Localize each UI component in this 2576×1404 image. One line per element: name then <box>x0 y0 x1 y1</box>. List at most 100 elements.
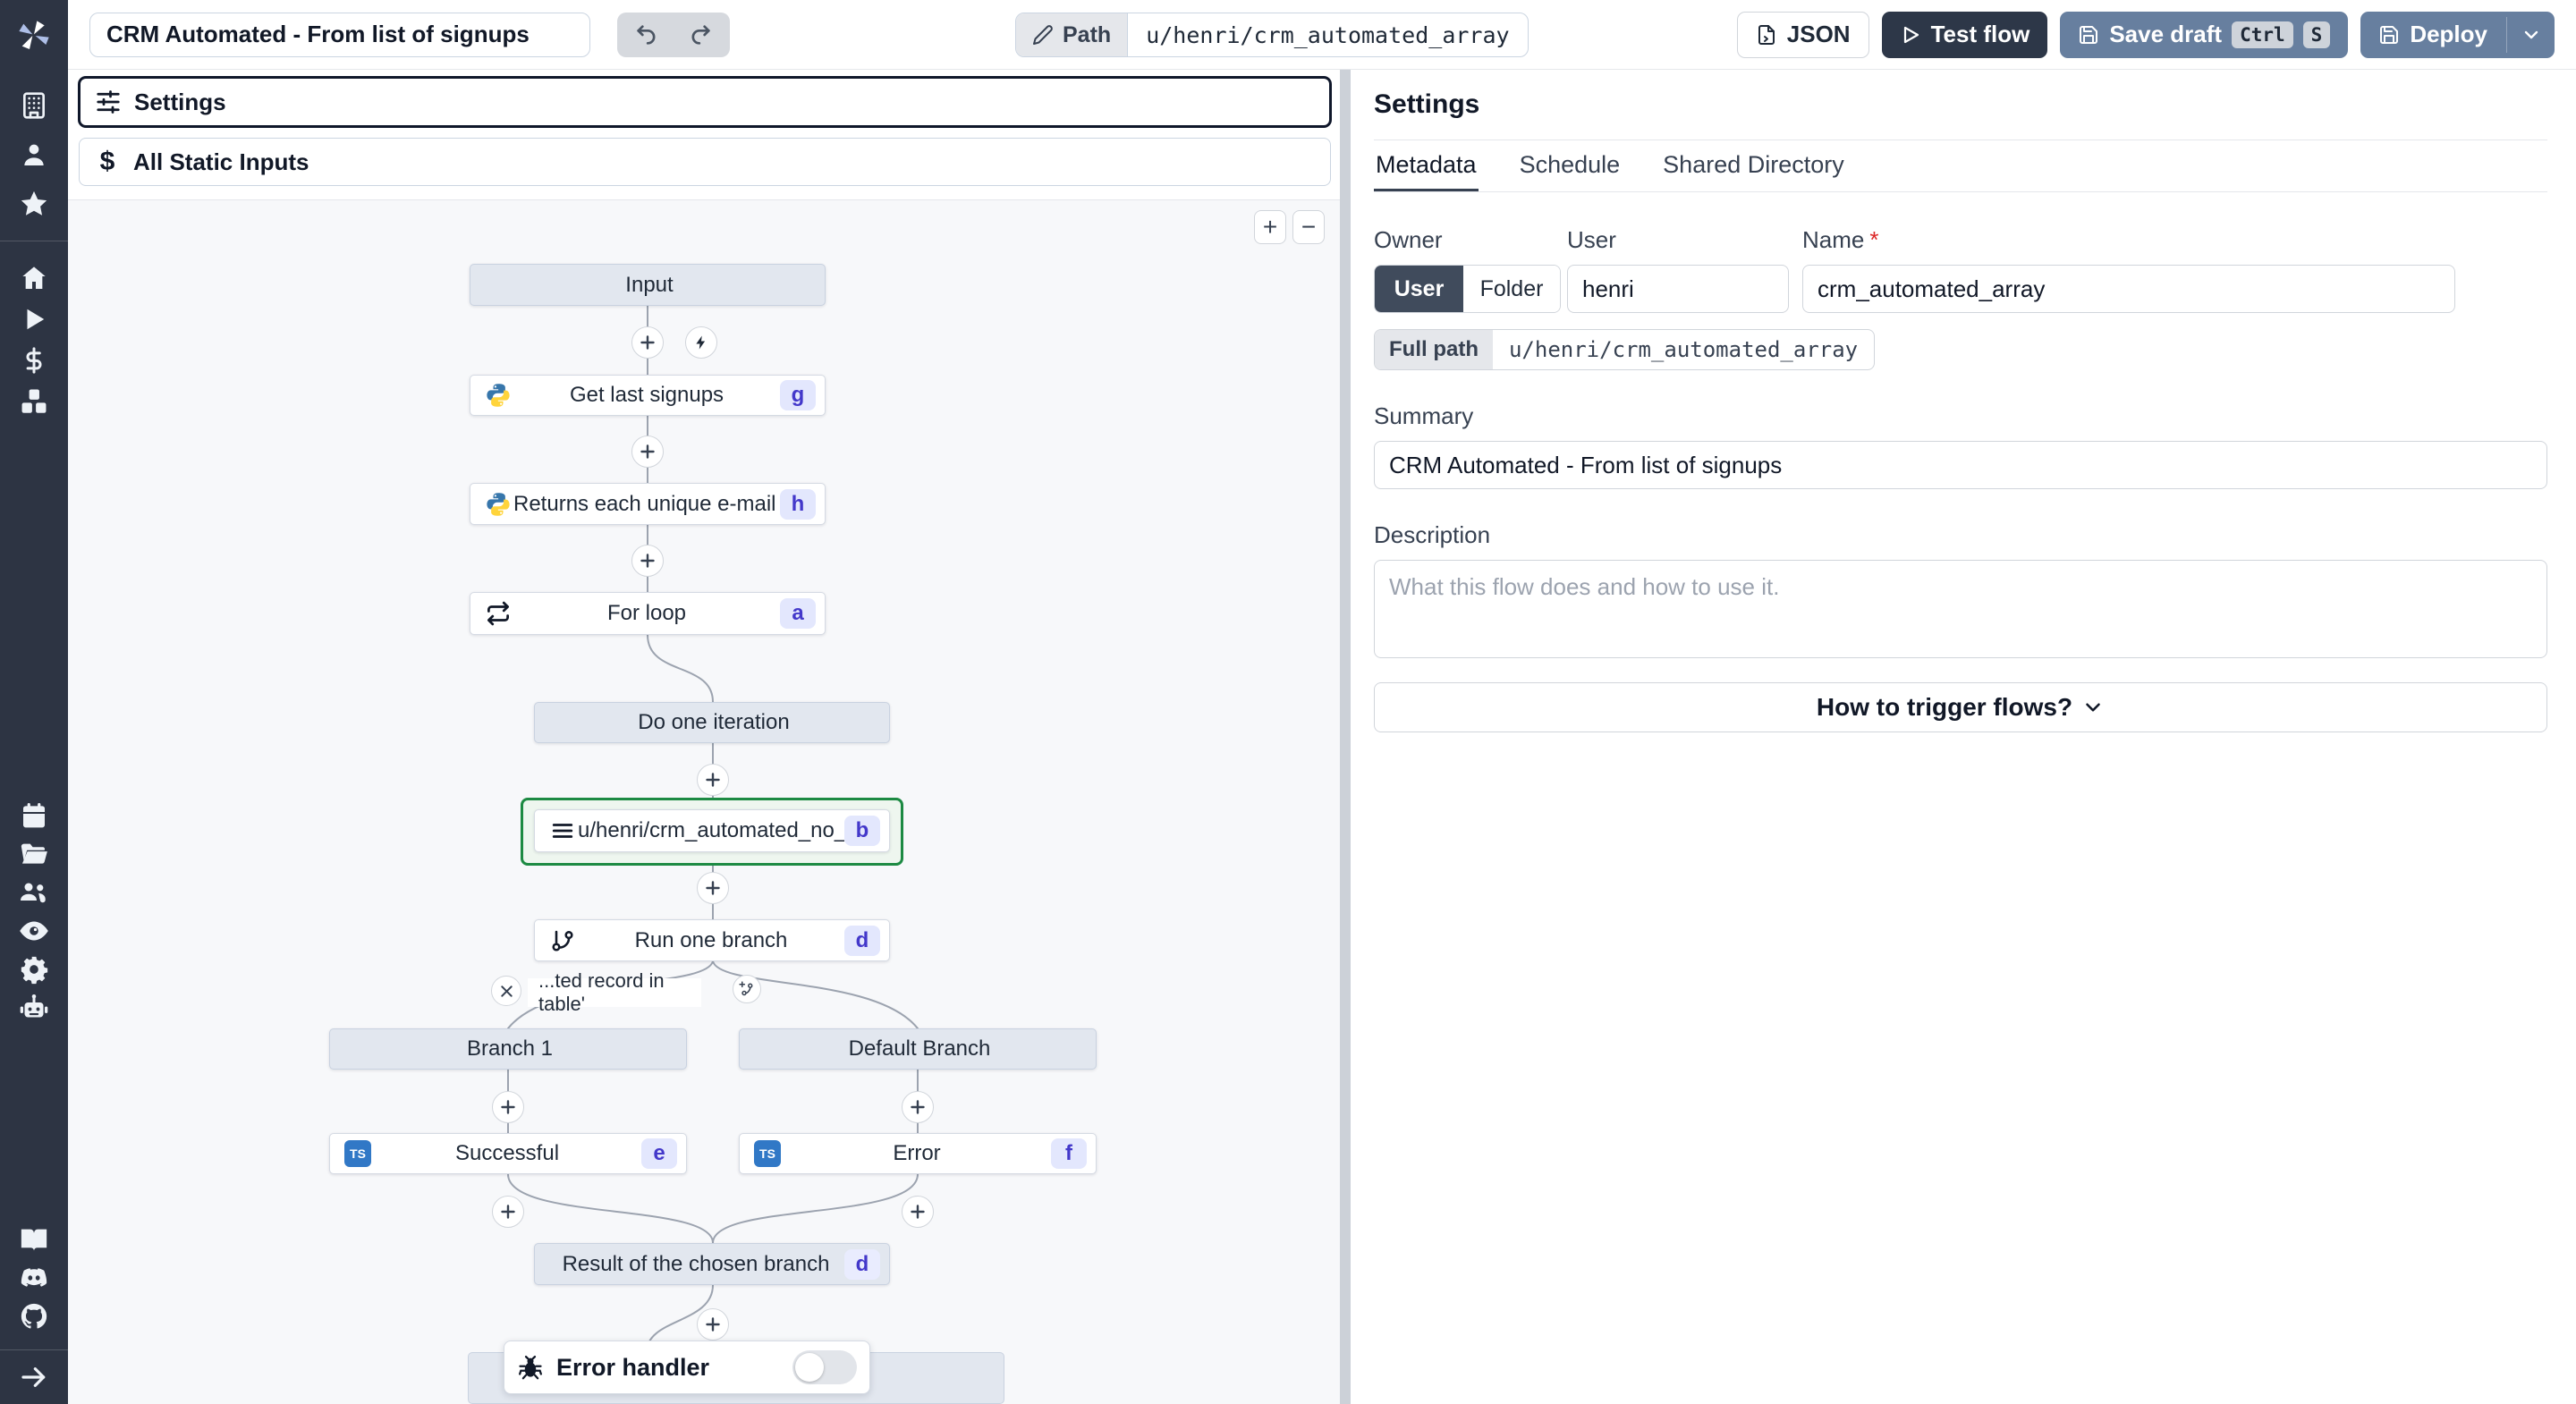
add-step-button[interactable] <box>902 1091 934 1123</box>
typescript-icon: TS <box>343 1140 373 1167</box>
how-to-trigger-button[interactable]: How to trigger flows? <box>1374 682 2547 732</box>
groups-icon[interactable] <box>0 873 68 911</box>
full-path-field: Full path u/henri/crm_automated_array <box>1374 329 1876 370</box>
expand-arrow-icon[interactable] <box>0 1350 68 1404</box>
home-icon[interactable] <box>0 258 68 299</box>
topbar: Path u/henri/crm_automated_array JSON Te… <box>68 0 2576 70</box>
node-branch-1[interactable]: Branch 1 <box>329 1028 687 1070</box>
trigger-lightning-button[interactable] <box>685 326 717 359</box>
ai-robot-icon[interactable] <box>0 988 68 1027</box>
add-step-button[interactable] <box>697 872 729 904</box>
discord-icon[interactable] <box>0 1258 68 1297</box>
full-path-label: Full path <box>1375 330 1493 369</box>
step-id-badge: d <box>844 1248 880 1280</box>
chevron-down-icon <box>2081 696 2105 719</box>
add-step-button[interactable] <box>631 436 664 468</box>
node-default-branch[interactable]: Default Branch <box>739 1028 1097 1070</box>
save-draft-button[interactable]: Save draft Ctrl S <box>2060 11 2349 58</box>
node-do-one-iteration[interactable]: Do one iteration <box>534 702 890 743</box>
typescript-icon: TS <box>752 1140 783 1167</box>
node-crm-automated-script[interactable]: u/henri/crm_automated_no_human b <box>534 809 890 852</box>
node-run-one-branch[interactable]: Run one branch d <box>534 919 890 961</box>
github-icon[interactable] <box>0 1297 68 1335</box>
branch-condition-label[interactable]: ...ted record in table' <box>528 969 701 1015</box>
schedules-calendar-icon[interactable] <box>0 796 68 834</box>
zoom-out-button[interactable]: − <box>1292 210 1325 244</box>
kbd-s: S <box>2302 21 2331 48</box>
description-textarea[interactable] <box>1374 560 2547 658</box>
owner-user-input[interactable] <box>1567 265 1789 313</box>
add-step-button[interactable] <box>697 1308 729 1341</box>
flow-settings-module[interactable]: Settings <box>79 77 1331 127</box>
deploy-button[interactable]: Deploy <box>2360 11 2555 58</box>
add-branch-button[interactable] <box>733 975 761 1003</box>
error-handler-card[interactable]: Error handler <box>504 1341 870 1394</box>
add-step-button[interactable] <box>492 1196 524 1228</box>
node-successful[interactable]: TS Successful e <box>329 1133 687 1174</box>
redo-button[interactable] <box>676 15 724 55</box>
docs-book-icon[interactable] <box>0 1220 68 1258</box>
json-button[interactable]: JSON <box>1736 11 1869 58</box>
static-inputs-module[interactable]: $ All Static Inputs <box>79 138 1331 186</box>
step-id-badge: d <box>844 925 880 956</box>
step-id-badge: h <box>780 488 816 520</box>
path-field[interactable]: Path u/henri/crm_automated_array <box>1015 13 1529 57</box>
kbd-ctrl: Ctrl <box>2232 21 2293 48</box>
step-id-badge: g <box>780 380 816 410</box>
test-flow-button[interactable]: Test flow <box>1881 11 2048 58</box>
remove-branch-button[interactable] <box>491 976 521 1006</box>
flow-summary-input[interactable] <box>89 12 590 57</box>
sliders-icon <box>95 89 122 115</box>
add-step-button[interactable] <box>492 1091 524 1123</box>
owner-kind-folder[interactable]: Folder <box>1463 266 1560 312</box>
folders-icon[interactable] <box>0 834 68 873</box>
owner-kind-toggle: User Folder <box>1374 265 1561 313</box>
owner-kind-user[interactable]: User <box>1375 266 1463 312</box>
python-icon <box>483 491 513 518</box>
flow-canvas[interactable]: Settings $ All Static Inputs + − Input G… <box>68 70 1340 1404</box>
owner-label: Owner <box>1374 226 1443 253</box>
workspace-icon[interactable] <box>0 80 68 130</box>
windmill-logo[interactable] <box>16 13 52 59</box>
tab-schedule[interactable]: Schedule <box>1518 140 1623 191</box>
node-get-last-signups[interactable]: Get last signups g <box>470 375 826 416</box>
panel-splitter[interactable] <box>1340 70 1351 1404</box>
favorites-star-icon[interactable] <box>0 179 68 228</box>
step-id-badge: b <box>844 816 880 846</box>
add-step-button[interactable] <box>902 1196 934 1228</box>
error-handler-toggle[interactable] <box>792 1350 857 1384</box>
flow-name-input[interactable] <box>1802 265 2455 313</box>
undo-button[interactable] <box>623 15 671 55</box>
required-asterisk: * <box>1869 226 1879 253</box>
user-icon[interactable] <box>0 130 68 179</box>
flow-outline-header: Settings $ All Static Inputs <box>68 70 1340 200</box>
tab-shared-directory[interactable]: Shared Directory <box>1661 140 1846 191</box>
node-for-loop[interactable]: For loop a <box>470 592 826 635</box>
summary-label: Summary <box>1374 402 1474 429</box>
node-input[interactable]: Input <box>470 264 826 306</box>
variables-dollar-icon[interactable] <box>0 340 68 381</box>
deploy-dropdown-chevron-icon[interactable] <box>2521 24 2542 46</box>
node-branch-result[interactable]: Result of the chosen branch d <box>534 1243 890 1285</box>
node-unique-emails[interactable]: Returns each unique e-mail in an array h <box>470 483 826 525</box>
audit-eye-icon[interactable] <box>0 911 68 950</box>
settings-panel: Settings Metadata Schedule Shared Direct… <box>1351 70 2576 1404</box>
description-label: Description <box>1374 521 1491 548</box>
add-step-button[interactable] <box>697 764 729 796</box>
summary-input[interactable] <box>1374 441 2547 489</box>
tab-metadata[interactable]: Metadata <box>1374 140 1479 191</box>
path-value: u/henri/crm_automated_array <box>1146 21 1510 48</box>
step-id-badge: a <box>780 598 816 629</box>
node-error[interactable]: TS Error f <box>739 1133 1097 1174</box>
panel-heading: Settings <box>1374 89 2547 140</box>
zoom-in-button[interactable]: + <box>1254 210 1286 244</box>
add-step-button[interactable] <box>631 326 664 359</box>
resources-cubes-icon[interactable] <box>0 381 68 422</box>
loop-repeat-icon <box>483 600 513 627</box>
runs-play-icon[interactable] <box>0 299 68 340</box>
undo-redo-group <box>617 12 730 57</box>
add-step-button[interactable] <box>631 545 664 577</box>
bug-icon <box>517 1354 544 1381</box>
settings-gear-icon[interactable] <box>0 950 68 988</box>
path-label: Path <box>1016 13 1129 56</box>
